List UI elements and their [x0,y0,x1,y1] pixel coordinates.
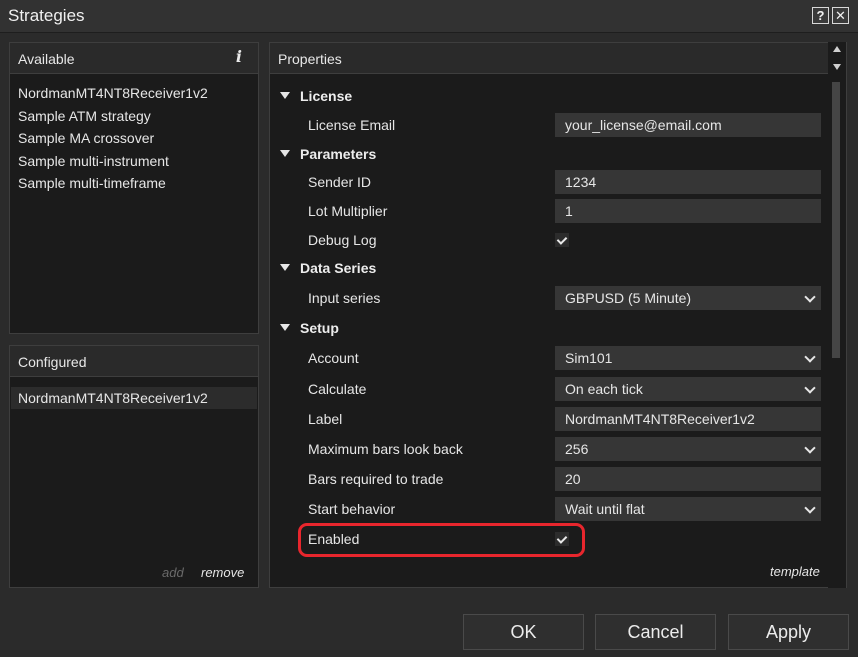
add-link[interactable]: add [162,565,184,580]
list-item[interactable]: Sample MA crossover [18,127,208,150]
lot-multiplier-field[interactable]: 1 [555,199,821,223]
chevron-down-icon[interactable] [804,382,816,394]
label-field[interactable]: NordmanMT4NT8Receiver1v2 [555,407,821,431]
property-calculate: Calculate On each tick [270,375,826,403]
property-license-email: License Email your_license@email.com [270,111,826,139]
collapse-arrow-icon[interactable] [280,324,290,331]
property-label: Label NordmanMT4NT8Receiver1v2 [270,405,826,433]
configured-header-label: Configured [18,354,87,370]
property-maximum-bars: Maximum bars look back 256 [270,435,826,463]
template-link[interactable]: template [770,564,820,579]
window-title: Strategies [8,6,85,25]
property-input-series: Input series GBPUSD (5 Minute) [270,284,826,312]
chevron-down-icon[interactable] [804,502,816,514]
license-email-field[interactable]: your_license@email.com [555,113,821,137]
property-lot-multiplier: Lot Multiplier 1 [270,197,826,225]
enabled-highlight [298,523,585,557]
available-header-label: Available [18,51,75,67]
info-icon[interactable]: i [236,47,242,66]
configured-panel: Configured NordmanMT4NT8Receiver1v2 add … [9,345,259,588]
list-item[interactable]: Sample multi-instrument [18,150,208,173]
category-parameters[interactable]: Parameters [270,140,826,168]
chevron-down-icon[interactable] [804,442,816,454]
scroll-down-icon[interactable] [833,64,841,70]
remove-link[interactable]: remove [201,565,244,580]
input-series-select[interactable]: GBPUSD (5 Minute) [555,286,821,310]
category-license[interactable]: License [270,82,826,110]
property-start-behavior: Start behavior Wait until flat [270,495,826,523]
apply-button[interactable]: Apply [728,614,849,650]
properties-scrollbar[interactable] [828,42,846,588]
calculate-select[interactable]: On each tick [555,377,821,401]
collapse-arrow-icon[interactable] [280,92,290,99]
property-debug-log: Debug Log [270,226,826,254]
scroll-up-icon[interactable] [833,46,841,52]
available-panel: Available i NordmanMT4NT8Receiver1v2 Sam… [9,42,259,334]
cancel-button[interactable]: Cancel [595,614,716,650]
help-button[interactable]: ? [812,7,829,24]
properties-panel: Properties License License Email your_li… [269,42,847,588]
category-setup[interactable]: Setup [270,314,826,342]
list-item[interactable]: NordmanMT4NT8Receiver1v2 [18,82,208,105]
list-item[interactable]: Sample multi-timeframe [18,172,208,195]
bars-required-field[interactable]: 20 [555,467,821,491]
list-item[interactable]: Sample ATM strategy [18,105,208,128]
ok-button[interactable]: OK [463,614,584,650]
property-account: Account Sim101 [270,344,826,372]
available-strategy-list: NordmanMT4NT8Receiver1v2 Sample ATM stra… [18,82,208,195]
properties-header-label: Properties [278,51,342,67]
property-sender-id: Sender ID 1234 [270,168,826,196]
configured-header: Configured [10,346,258,377]
category-data-series[interactable]: Data Series [270,254,826,282]
collapse-arrow-icon[interactable] [280,150,290,157]
property-bars-required: Bars required to trade 20 [270,465,826,493]
scroll-thumb[interactable] [832,82,840,358]
chevron-down-icon[interactable] [804,351,816,363]
properties-header: Properties [270,43,846,74]
close-button[interactable]: ✕ [832,7,849,24]
collapse-arrow-icon[interactable] [280,264,290,271]
sender-id-field[interactable]: 1234 [555,170,821,194]
available-header: Available i [10,43,258,74]
chevron-down-icon[interactable] [804,291,816,303]
account-select[interactable]: Sim101 [555,346,821,370]
configured-item[interactable]: NordmanMT4NT8Receiver1v2 [11,387,257,409]
maximum-bars-select[interactable]: 256 [555,437,821,461]
title-bar: Strategies ? ✕ [0,0,858,33]
debug-log-checkbox[interactable] [555,233,569,247]
start-behavior-select[interactable]: Wait until flat [555,497,821,521]
